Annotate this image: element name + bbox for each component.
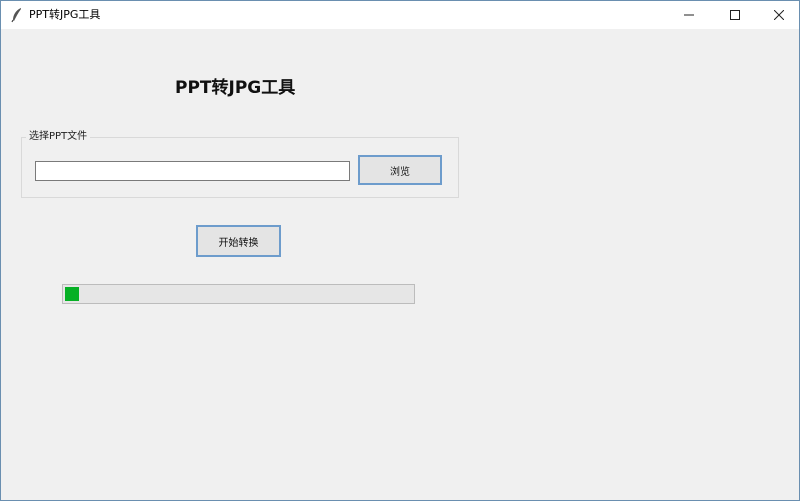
window-title: PPT转JPG工具 [29,8,101,21]
close-button[interactable] [757,1,799,29]
client-area: PPT转JPG工具 选择PPT文件 浏览 开始转换 [1,29,799,500]
minimize-icon [684,10,694,20]
file-path-input[interactable] [35,161,350,181]
browse-button[interactable]: 浏览 [358,155,442,185]
title-bar[interactable]: PPT转JPG工具 [1,1,799,29]
file-select-legend: 选择PPT文件 [26,130,91,144]
conversion-progress-bar [62,284,415,304]
maximize-button[interactable] [713,1,757,29]
maximize-icon [730,10,740,20]
minimize-button[interactable] [667,1,711,29]
page-title: PPT转JPG工具 [175,78,296,98]
start-convert-button[interactable]: 开始转换 [196,225,281,257]
app-window: PPT转JPG工具 PPT转JPG工具 选择PPT文件 浏览 开始转换 [0,0,800,501]
progress-fill [65,287,79,301]
file-select-group: 选择PPT文件 浏览 [21,130,459,198]
close-icon [774,10,784,20]
feather-icon [10,7,24,23]
